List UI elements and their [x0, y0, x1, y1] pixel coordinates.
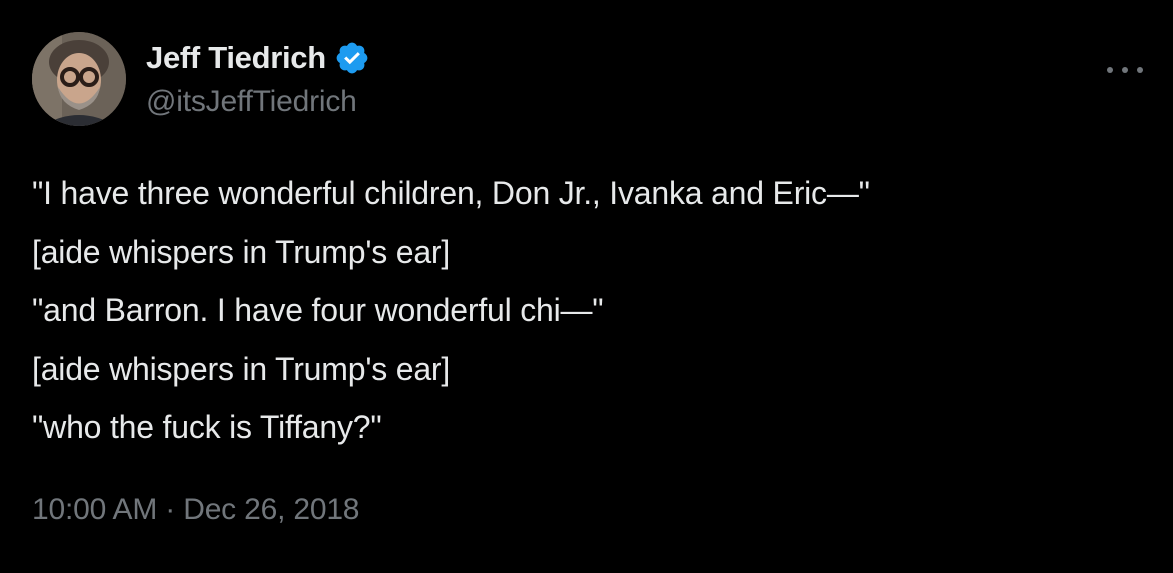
tweet-text-line: [aide whispers in Trump's ear] — [32, 233, 451, 270]
person-with-glasses-avatar-icon — [32, 32, 126, 126]
tweet-timestamp[interactable]: 10:00 AM · Dec 26, 2018 — [32, 493, 359, 527]
more-dot — [1122, 67, 1128, 73]
tweet-text-line: "I have three wonderful children, Don Jr… — [32, 175, 870, 211]
author-name-row: Jeff Tiedrich — [146, 36, 370, 80]
timestamp-separator: · — [165, 493, 176, 526]
tweet-text-line: [aide whispers in Trump's ear] — [32, 350, 451, 387]
author-handle[interactable]: @itsJeffTiedrich — [146, 85, 357, 119]
tweet-card: Jeff Tiedrich @itsJeffTiedrich "I have t… — [0, 0, 1173, 573]
tweet-text-line: "and Barron. I have four wonderful chi—" — [32, 292, 604, 328]
tweet-time: 10:00 AM — [32, 493, 158, 526]
tweet-date: Dec 26, 2018 — [183, 493, 360, 526]
more-options-icon[interactable] — [1107, 58, 1143, 82]
tweet-text: "I have three wonderful children, Don Jr… — [32, 164, 1142, 457]
tweet-text-line: "who the fuck is Tiffany?" — [32, 409, 382, 445]
more-dot — [1107, 67, 1113, 73]
avatar[interactable] — [32, 32, 126, 126]
verified-badge-icon[interactable] — [334, 40, 370, 76]
author-display-name[interactable]: Jeff Tiedrich — [146, 40, 326, 76]
more-dot — [1137, 67, 1143, 73]
